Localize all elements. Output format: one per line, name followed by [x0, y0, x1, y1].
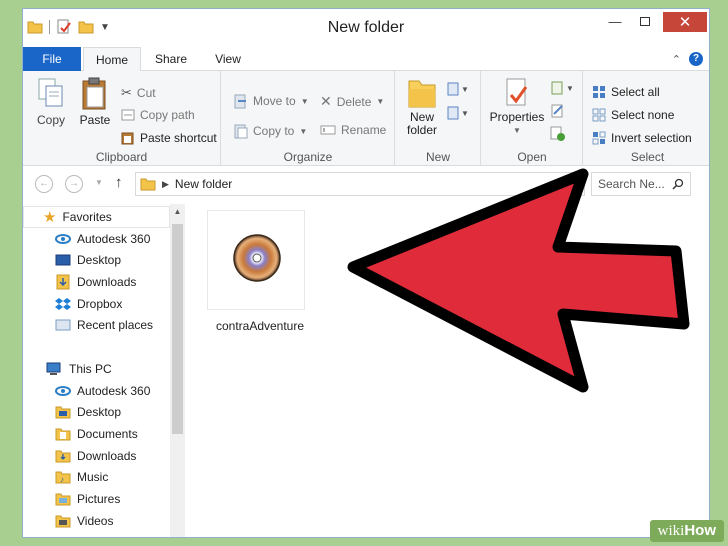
- red-arrow-annotation: [347, 168, 690, 393]
- explorer-window: ▼ New folder — ✕ File Home Share View ⌃ …: [22, 8, 710, 538]
- arrow-shape: [347, 168, 690, 393]
- watermark-prefix: wiki: [657, 523, 685, 539]
- watermark-suffix: How: [684, 522, 716, 539]
- wikihow-watermark: wikiHow: [649, 520, 724, 542]
